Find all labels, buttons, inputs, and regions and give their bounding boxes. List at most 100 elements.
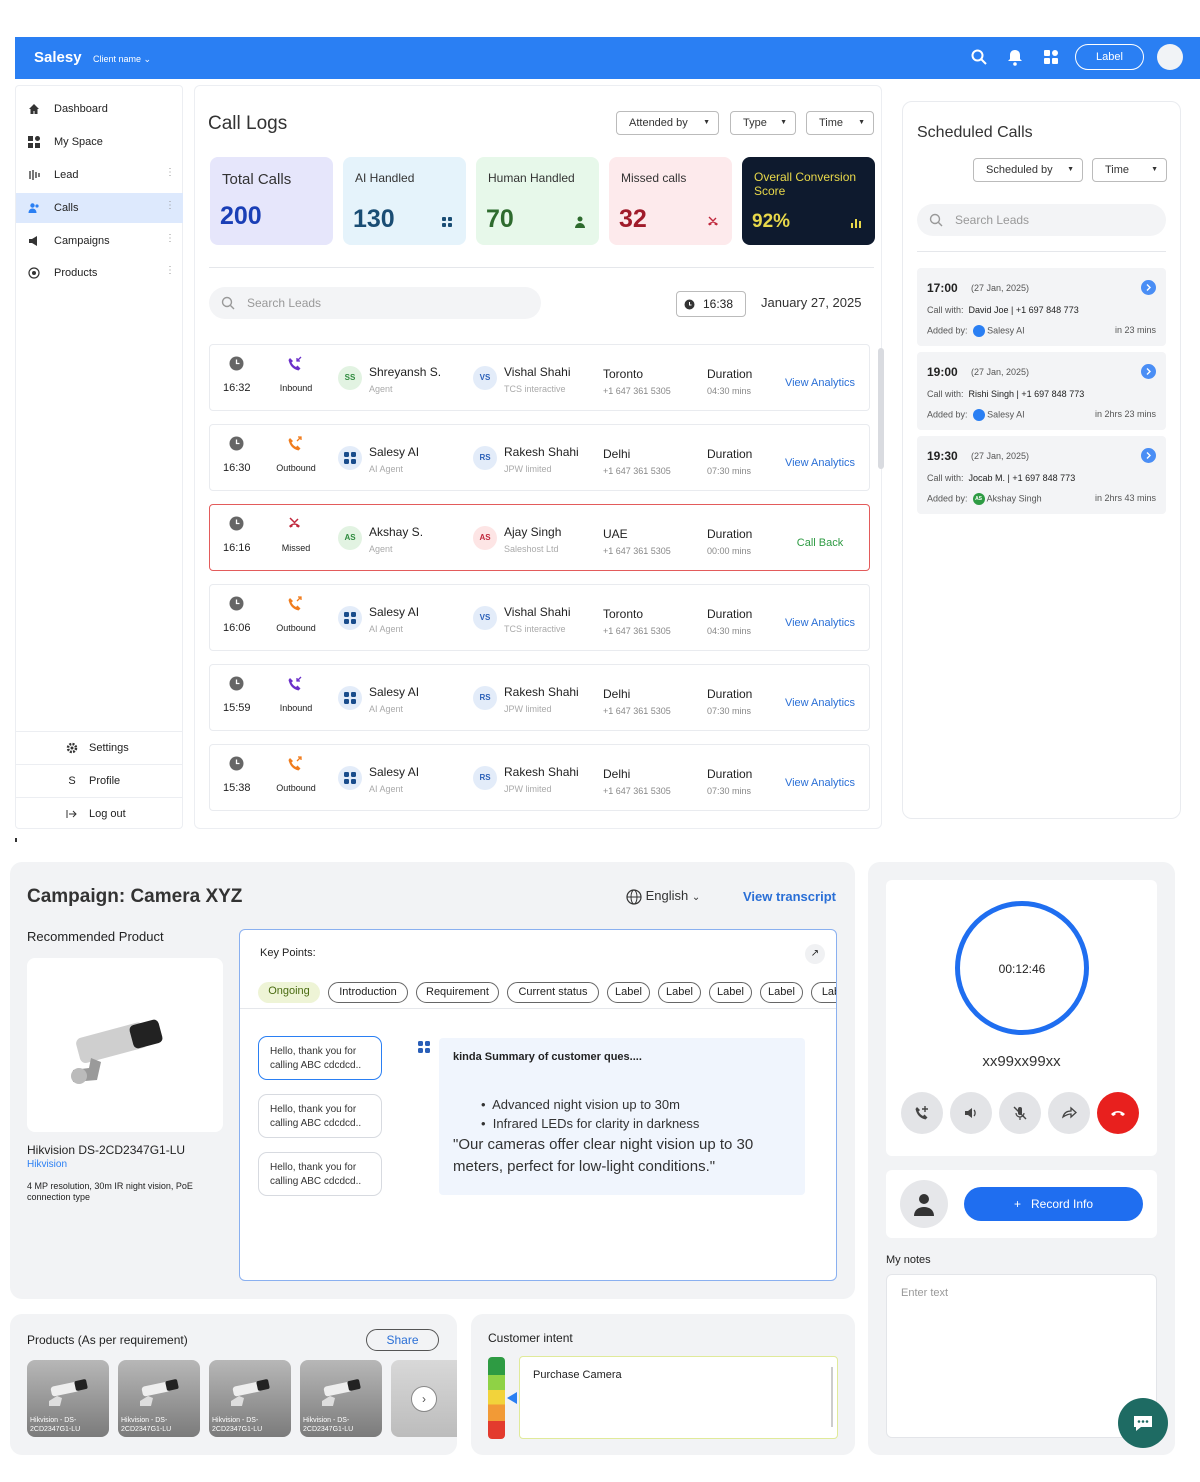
- lead-name[interactable]: Rakesh Shahi: [504, 765, 579, 779]
- call-time: 15:59: [223, 702, 251, 714]
- message-bubble[interactable]: Hello, thank you for calling ABC cdcdcd.…: [258, 1152, 382, 1196]
- chevron-down-icon: ⌄: [691, 892, 701, 903]
- search-leads[interactable]: Search Leads: [917, 204, 1166, 236]
- chip[interactable]: Label: [658, 982, 701, 1003]
- call-controls: [901, 1092, 1151, 1134]
- lead-name[interactable]: Rakesh Shahi: [504, 685, 579, 699]
- sidebar-item-dashboard[interactable]: Dashboard: [16, 94, 183, 124]
- product-thumbnail[interactable]: Hikvision - DS-2CD2347G1-LU: [27, 1360, 109, 1437]
- chip[interactable]: Label: [760, 982, 803, 1003]
- chevron-down-icon: ⌄: [143, 54, 152, 64]
- sidebar-item-logout[interactable]: Log out: [16, 797, 183, 829]
- chip[interactable]: Label: [607, 982, 650, 1003]
- message-bubble[interactable]: Hello, thank you for calling ABC cdcdcd.…: [258, 1036, 382, 1080]
- sidebar-item-profile[interactable]: S Profile: [16, 764, 183, 796]
- label-button[interactable]: Label: [1075, 44, 1144, 70]
- scrollbar[interactable]: [878, 348, 884, 469]
- kpi-missed-calls[interactable]: Missed calls 32: [609, 157, 732, 245]
- forward-button[interactable]: [1048, 1092, 1090, 1134]
- language-selector[interactable]: English ⌄: [626, 888, 700, 905]
- more-icon[interactable]: ⋮: [165, 265, 175, 276]
- call-time: 16:30: [223, 462, 251, 474]
- open-arrow-icon[interactable]: [1141, 448, 1156, 463]
- mute-button[interactable]: [999, 1092, 1041, 1134]
- sidebar-item-products[interactable]: Products ⋮: [16, 258, 183, 288]
- more-icon[interactable]: ⋮: [165, 200, 175, 211]
- chip[interactable]: Label: [709, 982, 752, 1003]
- table-row[interactable]: 15:59 Inbound Salesy AI AI Agent RS Rake…: [209, 664, 870, 731]
- more-icon[interactable]: ⋮: [165, 167, 175, 178]
- view-analytics-link[interactable]: View Analytics: [770, 617, 870, 629]
- open-arrow-icon[interactable]: [1141, 280, 1156, 295]
- apps-icon[interactable]: [1042, 48, 1060, 66]
- search-icon[interactable]: [970, 48, 988, 66]
- message-bubble[interactable]: Hello, thank you for calling ABC cdcdcd.…: [258, 1094, 382, 1138]
- carousel-next-button[interactable]: ›: [411, 1386, 437, 1412]
- speaker-button[interactable]: [950, 1092, 992, 1134]
- sidebar-item-campaigns[interactable]: Campaigns ⋮: [16, 226, 183, 256]
- view-analytics-link[interactable]: View Analytics: [770, 377, 870, 389]
- scheduled-card[interactable]: 17:00 (27 Jan, 2025) Call with: David Jo…: [917, 268, 1166, 346]
- product-thumbnail[interactable]: Hikvision - DS-2CD2347G1-LU: [118, 1360, 200, 1437]
- open-arrow-icon[interactable]: [1141, 364, 1156, 379]
- view-analytics-link[interactable]: View Analytics: [770, 697, 870, 709]
- table-row[interactable]: 16:16 Missed AS Akshay S. Agent AS Ajay …: [209, 504, 870, 571]
- filter-time[interactable]: Time ▼: [806, 111, 874, 135]
- filter-scheduled-by[interactable]: Scheduled by ▼: [973, 158, 1083, 182]
- kpi-ai-handled[interactable]: AI Handled 130: [343, 157, 466, 245]
- notes-input[interactable]: Enter text: [886, 1274, 1157, 1438]
- sidebar-item-settings[interactable]: Settings: [16, 731, 183, 763]
- expand-icon[interactable]: ↗: [805, 944, 825, 964]
- language-label: English: [645, 888, 689, 903]
- client-selector[interactable]: Client name ⌄: [93, 54, 151, 65]
- call-with-value: David Joe | +1 697 848 773: [968, 305, 1079, 315]
- product-thumbnail[interactable]: Hikvision - DS-2CD2347G1-LU: [209, 1360, 291, 1437]
- brand-logo[interactable]: Salesy: [34, 49, 82, 66]
- kpi-total-calls[interactable]: Total Calls 200: [210, 157, 333, 245]
- view-transcript-link[interactable]: View transcript: [743, 889, 836, 904]
- sidebar-item-lead[interactable]: Lead ⋮: [16, 160, 183, 190]
- chat-button[interactable]: [1118, 1398, 1168, 1448]
- table-row[interactable]: 16:32 Inbound SS Shreyansh S. Agent VS V…: [209, 344, 870, 411]
- product-thumbnail[interactable]: Hikvision - DS-2CD2347G1-LU: [300, 1360, 382, 1437]
- scheduled-card[interactable]: 19:30 (27 Jan, 2025) Call with: Jocab M.…: [917, 436, 1166, 514]
- scrollbar[interactable]: [831, 1367, 833, 1427]
- filter-time[interactable]: Time ▼: [1092, 158, 1167, 182]
- product-image[interactable]: [27, 958, 223, 1132]
- chip[interactable]: Current status: [507, 982, 599, 1003]
- hang-up-button[interactable]: [1097, 1092, 1139, 1134]
- product-brand[interactable]: Hikvision: [27, 1159, 67, 1170]
- lead-name[interactable]: Rakesh Shahi: [504, 445, 579, 459]
- view-analytics-link[interactable]: View Analytics: [770, 457, 870, 469]
- call-with-label: Call with:: [927, 473, 964, 483]
- call-back-button[interactable]: Call Back: [770, 537, 870, 549]
- view-analytics-link[interactable]: View Analytics: [770, 777, 870, 789]
- table-row[interactable]: 16:30 Outbound Salesy AI AI Agent RS Rak…: [209, 424, 870, 491]
- avatar[interactable]: [1157, 44, 1183, 70]
- time-badge[interactable]: 16:38: [676, 291, 746, 317]
- sidebar-item-my-space[interactable]: My Space: [16, 127, 183, 157]
- lead-name[interactable]: Vishal Shahi: [504, 605, 571, 619]
- table-row[interactable]: 15:38 Outbound Salesy AI AI Agent RS Rak…: [209, 744, 870, 811]
- avatar[interactable]: [900, 1180, 948, 1228]
- filter-type[interactable]: Type ▼: [730, 111, 796, 135]
- sidebar-item-calls[interactable]: Calls ⋮: [16, 193, 183, 223]
- table-row[interactable]: 16:06 Outbound Salesy AI AI Agent VS Vis…: [209, 584, 870, 651]
- more-icon[interactable]: ⋮: [165, 233, 175, 244]
- chip[interactable]: Lab: [811, 982, 836, 1003]
- lead-name[interactable]: Ajay Singh: [504, 525, 561, 539]
- add-call-button[interactable]: [901, 1092, 943, 1134]
- chip-ongoing[interactable]: Ongoing: [258, 982, 320, 1003]
- share-button[interactable]: Share: [366, 1329, 439, 1351]
- chip[interactable]: Introduction: [328, 982, 408, 1003]
- search-leads[interactable]: Search Leads: [209, 287, 541, 319]
- lead-name[interactable]: Vishal Shahi: [504, 365, 571, 379]
- scheduled-card[interactable]: 19:00 (27 Jan, 2025) Call with: Rishi Si…: [917, 352, 1166, 430]
- bell-icon[interactable]: [1006, 48, 1024, 66]
- record-info-button[interactable]: + Record Info: [964, 1187, 1143, 1221]
- kpi-conversion-score[interactable]: Overall Conversion Score 92%: [742, 157, 875, 245]
- kpi-human-handled[interactable]: Human Handled 70: [476, 157, 599, 245]
- filter-attended-by[interactable]: Attended by ▼: [616, 111, 719, 135]
- chip[interactable]: Requirement: [416, 982, 499, 1003]
- summary-title: kinda Summary of customer ques....: [453, 1051, 642, 1063]
